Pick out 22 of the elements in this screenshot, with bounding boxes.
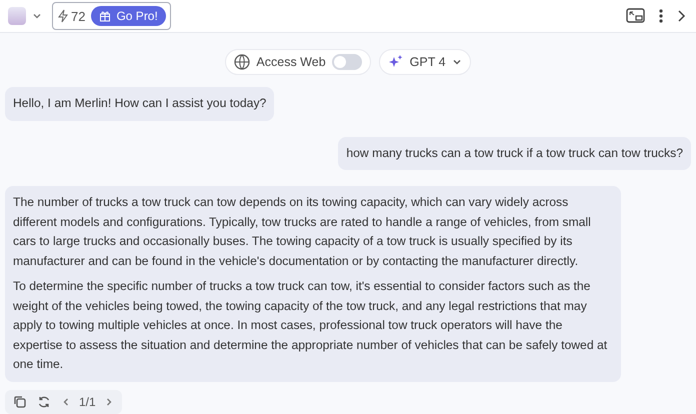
assistant-message: The number of trucks a tow truck can tow depends on its towing capacity, which can vary widely across different models and configurations. Typically, tow trucks are rated to handle a range of vehicles, from small cars to large trucks and occasionally buses. The towing capacity of a tow truck is usually specified by its manufacturer and can be found in the vehicle's documentation or by contacting the manufacturer directly. To determine the specific number of trucks a tow truck can tow, it's essential to consider factors such as the weight of the vehicles being towed, the towing capacity of the tow truck, and any legal restrictions that may apply to towing multiple vehicles at once. In most cases, professional tow truck operators will have the expertise to assess the situation and determine the appropriate number of vehicles that can be safely towed at one time. [5,186,621,382]
chevron-right-icon [676,9,688,23]
go-pro-button[interactable]: Go Pro! [91,6,166,26]
gift-icon [99,10,112,22]
globe-icon [234,54,250,70]
copy-icon [13,394,27,408]
chevron-down-icon [452,57,462,67]
page-indicator: 1/1 [79,394,96,408]
kebab-menu-icon [658,8,664,24]
user-message: how many trucks can a tow truck if a tow truck can tow trucks? [338,136,691,170]
picture-in-picture-icon [626,8,646,24]
access-web-control[interactable]: Access Web [225,49,371,75]
refresh-icon [37,394,51,408]
lightning-icon [57,9,69,23]
credit-count: 72 [71,8,86,24]
chevron-left-icon [61,396,71,406]
model-selector[interactable]: GPT 4 [378,49,471,75]
avatar-icon [8,7,26,25]
access-web-toggle[interactable] [332,54,362,70]
chevron-down-icon [32,11,42,21]
assistant-message: Hello, I am Merlin! How can I assist you today? [5,87,274,120]
access-web-label: Access Web [256,55,326,69]
